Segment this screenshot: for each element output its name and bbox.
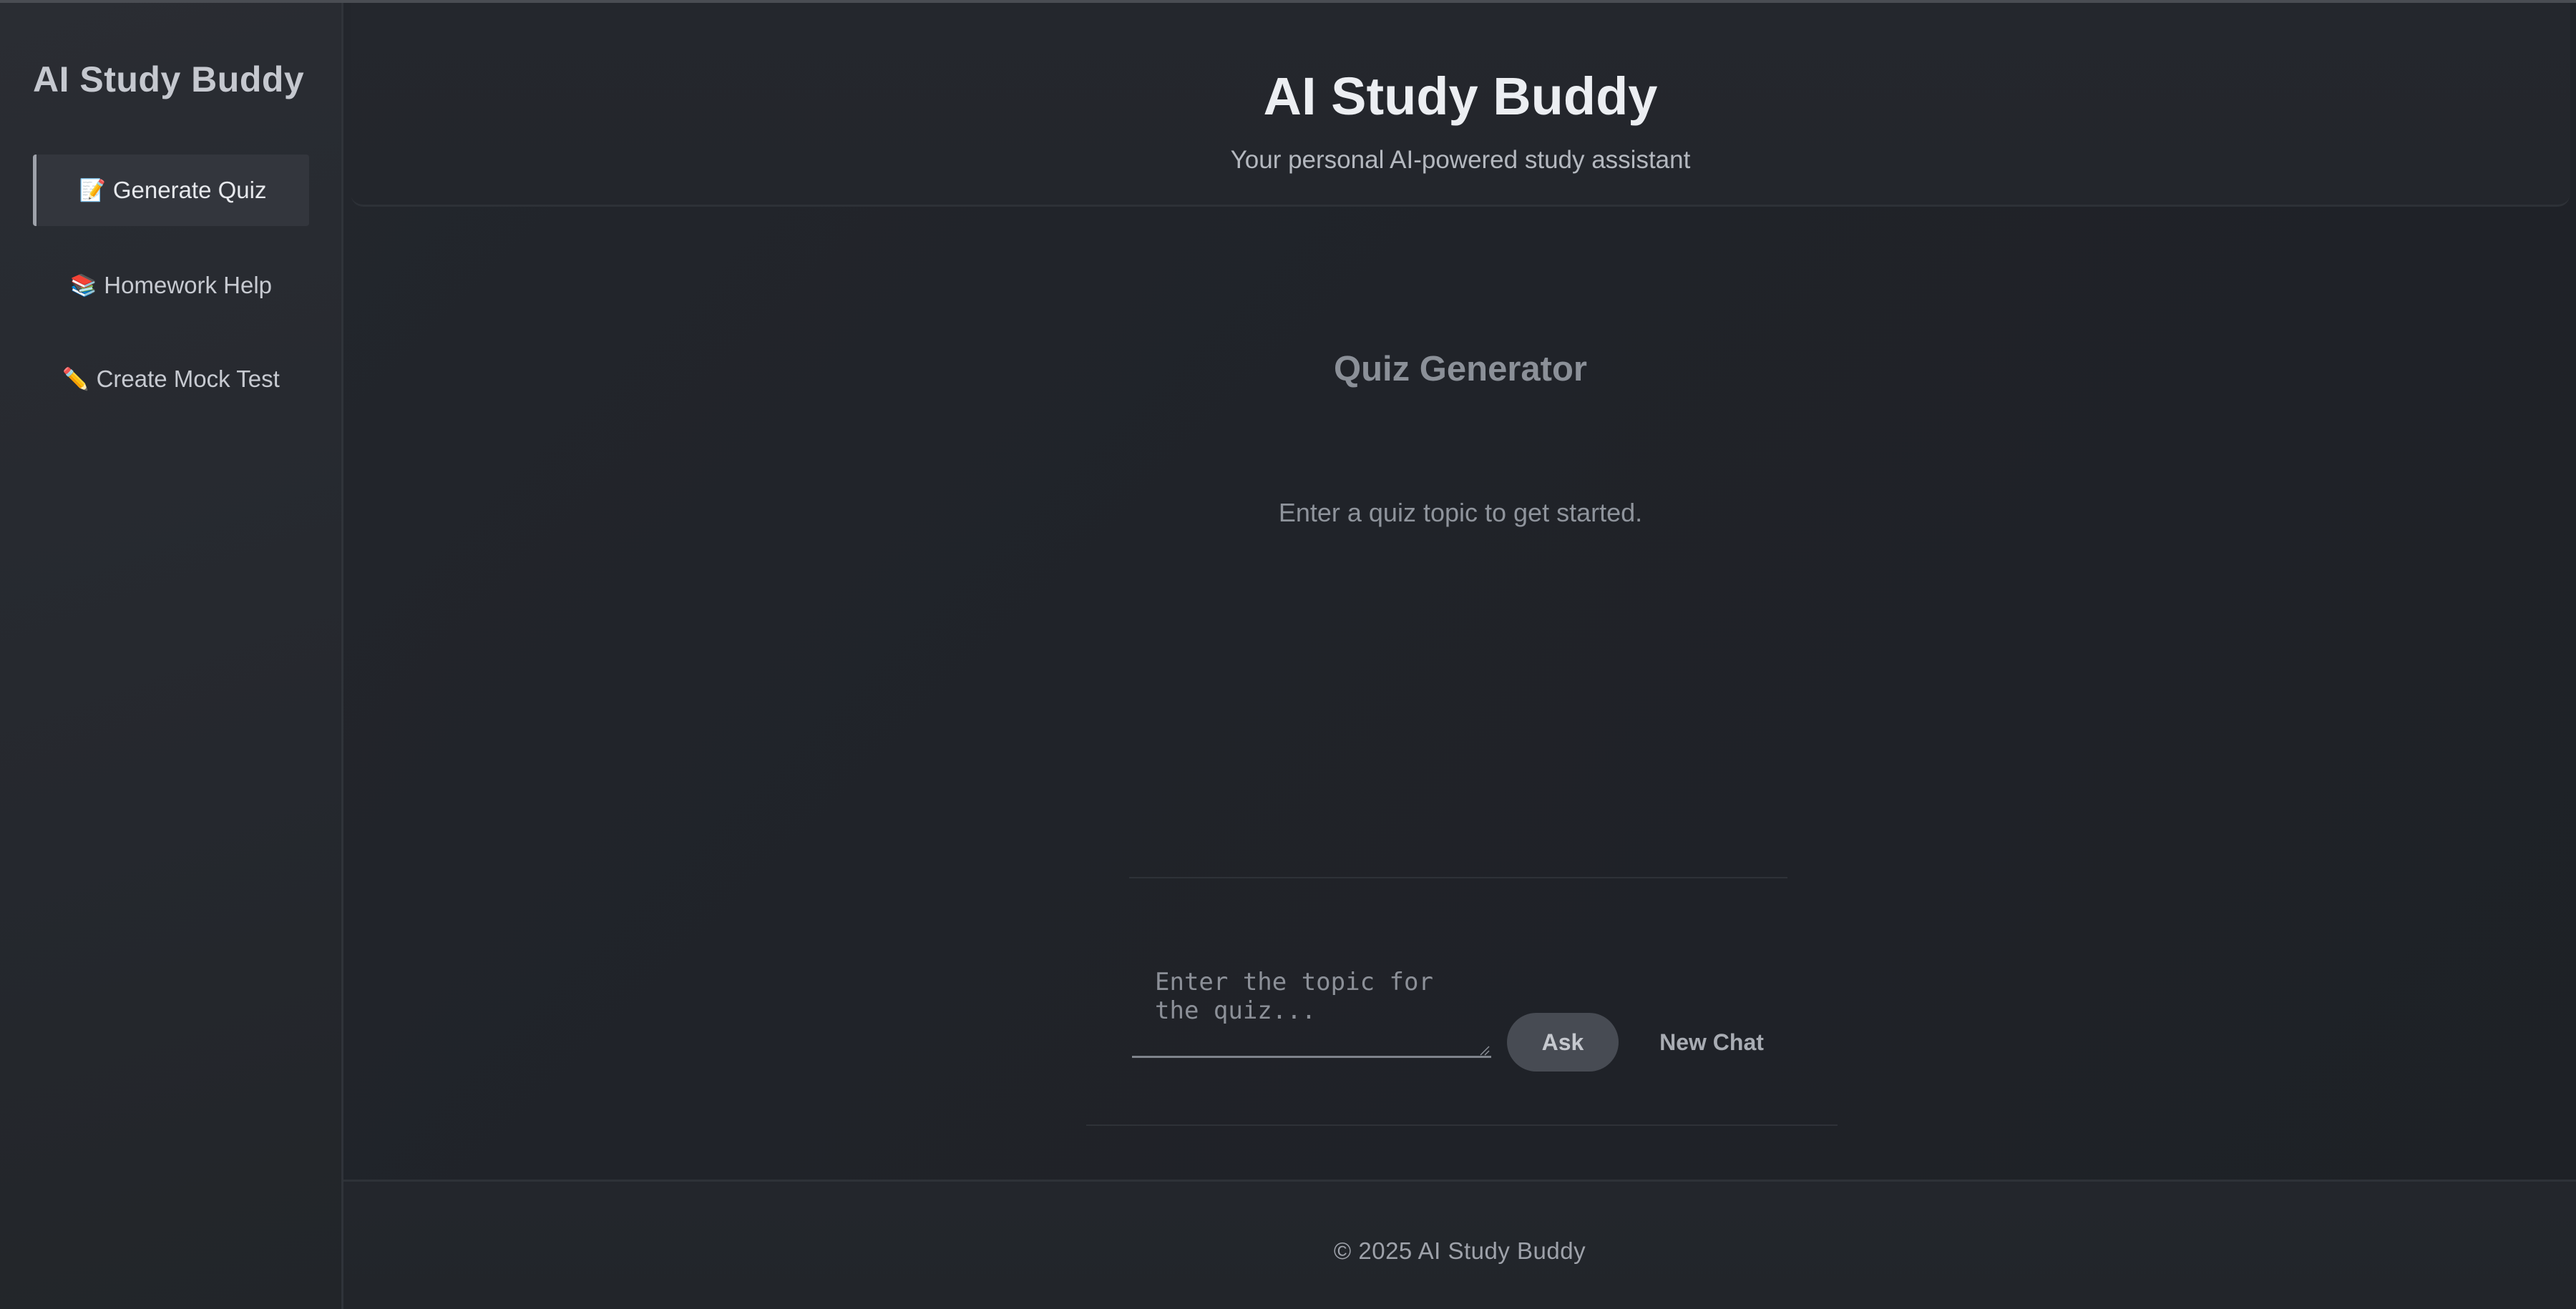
- page-header: AI Study Buddy Your personal AI-powered …: [351, 3, 2570, 207]
- ask-button[interactable]: Ask: [1507, 1013, 1619, 1072]
- sidebar: AI Study Buddy 📝 Generate Quiz 📚 Homewor…: [0, 3, 343, 1309]
- divider: [1086, 1124, 1838, 1126]
- new-chat-button[interactable]: New Chat: [1646, 1013, 1777, 1072]
- sidebar-item-label: Generate Quiz: [112, 177, 267, 203]
- sidebar-title: AI Study Buddy: [33, 59, 305, 99]
- sidebar-item-generate-quiz[interactable]: 📝 Generate Quiz: [33, 155, 309, 226]
- sidebar-item-label: Homework Help: [104, 272, 273, 298]
- section-title: Quiz Generator: [1334, 350, 1587, 388]
- copyright-text: © 2025 AI Study Buddy: [1333, 1237, 1586, 1264]
- sidebar-item-label: Create Mock Test: [96, 366, 280, 392]
- app-window: AI Study Buddy 📝 Generate Quiz 📚 Homewor…: [0, 0, 2576, 1309]
- sidebar-item-create-mock-test[interactable]: ✏️ Create Mock Test: [33, 343, 309, 415]
- pencil-icon: ✏️: [62, 367, 89, 391]
- sidebar-item-homework-help[interactable]: 📚 Homework Help: [33, 250, 309, 321]
- divider: [1129, 877, 1787, 878]
- memo-icon: 📝: [79, 178, 106, 202]
- page-footer: © 2025 AI Study Buddy: [343, 1180, 2576, 1309]
- topic-input[interactable]: [1132, 958, 1491, 1058]
- resize-handle-icon[interactable]: [1478, 1044, 1490, 1056]
- books-icon: 📚: [69, 273, 97, 298]
- page-title: AI Study Buddy: [1263, 67, 1658, 126]
- empty-state-hint: Enter a quiz topic to get started.: [1278, 498, 1643, 527]
- page-subtitle: Your personal AI-powered study assistant: [1230, 146, 1691, 174]
